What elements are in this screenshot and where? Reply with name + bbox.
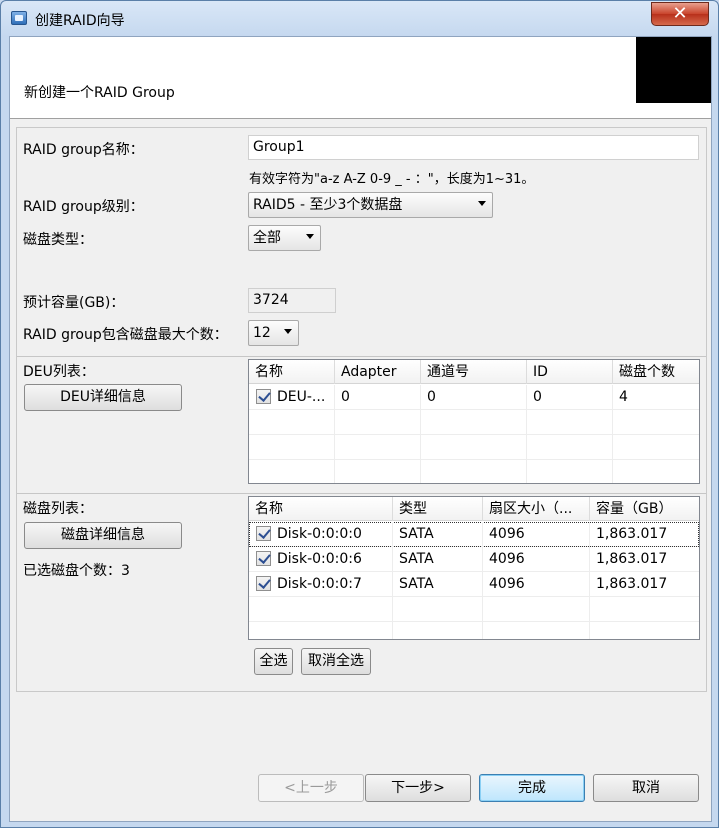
disk-type-value: 全部 [253,230,281,246]
max-disks-select[interactable]: 12 [248,320,299,346]
max-disks-value: 12 [253,325,271,341]
form-panel: RAID group名称： Group1 有效字符为"a-z A-Z 0-9 _… [16,127,707,692]
page-title: 新创建一个RAID Group [24,85,175,101]
column-header[interactable]: 容量（GB） [590,497,699,521]
raid-level-select[interactable]: RAID5 - 至少3个数据盘 [248,192,493,218]
row-checkbox[interactable] [256,389,271,404]
selected-disk-count: 已选磁盘个数：3 [23,563,130,579]
capacity-field: 3724 [248,288,336,313]
disk-type: SATA [393,522,483,547]
disk-sector: 4096 [483,547,590,572]
finish-button[interactable]: 完成 [479,774,585,802]
deu-name: DEU-... [277,389,326,405]
column-header[interactable]: Adapter [335,360,421,384]
next-button[interactable]: 下一步> [365,774,471,802]
raid-level-label: RAID group级别： [23,199,144,215]
disk-capacity: 1,863.017 [596,551,668,567]
divider [17,356,706,357]
raid-name-hint: 有效字符为"a-z A-Z 0-9 _ - ："，长度为1~31。 [249,172,535,187]
close-button[interactable]: ✕ [651,2,709,26]
disk-type-label: 磁盘类型： [23,232,93,248]
empty-row [249,460,699,483]
table-row[interactable]: Disk-0:0:0:6 SATA 4096 1,863.017 [249,547,699,572]
disk-capacity: 1,863.017 [596,576,668,592]
wizard-window: 创建RAID向导 ✕ 新创建一个RAID Group RAID group名称：… [0,0,719,828]
disk-name: Disk-0:0:0:0 [277,526,362,542]
disk-capacity: 1,863.017 [596,526,668,542]
disk-table: 名称 类型 扇区大小（... 容量（GB） Disk-0:0:0:0 SATA … [248,496,700,640]
column-header[interactable]: 磁盘个数 [613,360,699,384]
max-disks-label: RAID group包含磁盘最大个数： [23,327,228,343]
disk-type-select[interactable]: 全部 [248,225,321,251]
chevron-down-icon [284,329,292,334]
select-all-button[interactable]: 全选 [254,648,293,675]
deu-detail-button[interactable]: DEU详细信息 [24,384,182,411]
column-header[interactable]: 通道号 [421,360,527,384]
empty-row [249,597,699,622]
raid-name-label: RAID group名称： [23,142,144,158]
app-icon [11,11,27,25]
deu-table: 名称 Adapter 通道号 ID 磁盘个数 DEU-... 0 0 0 4 [248,359,700,484]
column-header[interactable]: 类型 [393,497,483,521]
deu-table-header: 名称 Adapter 通道号 ID 磁盘个数 [249,360,699,384]
window-title: 创建RAID向导 [35,13,125,29]
column-header[interactable]: 名称 [249,360,335,384]
column-header[interactable]: 扇区大小（... [483,497,590,521]
chevron-down-icon [478,201,486,206]
disk-name: Disk-0:0:0:6 [277,551,362,567]
close-icon: ✕ [672,3,688,24]
wizard-header: 新创建一个RAID Group [10,37,711,119]
raid-level-value: RAID5 - 至少3个数据盘 [253,197,403,213]
divider [17,493,706,494]
disk-table-header: 名称 类型 扇区大小（... 容量（GB） [249,497,699,521]
disk-sector: 4096 [483,522,590,547]
deu-id: 0 [527,385,613,410]
deu-adapter: 0 [335,385,421,410]
empty-row [249,435,699,460]
empty-row [249,622,699,639]
empty-row [249,410,699,435]
disk-type: SATA [393,572,483,597]
row-checkbox[interactable] [256,576,271,591]
deu-list-label: DEU列表： [23,364,95,380]
deu-disk-count: 4 [619,389,628,405]
table-row[interactable]: Disk-0:0:0:7 SATA 4096 1,863.017 [249,572,699,597]
row-checkbox[interactable] [256,551,271,566]
capacity-label: 预计容量(GB)： [23,295,125,311]
disk-detail-button[interactable]: 磁盘详细信息 [24,522,182,549]
raid-name-input[interactable]: Group1 [248,135,699,160]
column-header[interactable]: ID [527,360,613,384]
deselect-all-button[interactable]: 取消全选 [301,648,371,675]
disk-list-label: 磁盘列表： [23,501,93,517]
disk-name: Disk-0:0:0:7 [277,576,362,592]
title-bar[interactable]: 创建RAID向导 ✕ [1,1,718,35]
chevron-down-icon [306,234,314,239]
previous-button[interactable]: <上一步 [258,774,364,802]
column-header[interactable]: 名称 [249,497,393,521]
deu-channel: 0 [421,385,527,410]
cancel-button[interactable]: 取消 [593,774,699,802]
dialog-client: 新创建一个RAID Group RAID group名称： Group1 有效字… [9,36,712,822]
table-row[interactable]: Disk-0:0:0:0 SATA 4096 1,863.017 [249,522,699,547]
table-row[interactable]: DEU-... 0 0 0 4 [249,385,699,410]
header-logo [636,37,711,103]
row-checkbox[interactable] [256,526,271,541]
disk-sector: 4096 [483,572,590,597]
disk-type: SATA [393,547,483,572]
